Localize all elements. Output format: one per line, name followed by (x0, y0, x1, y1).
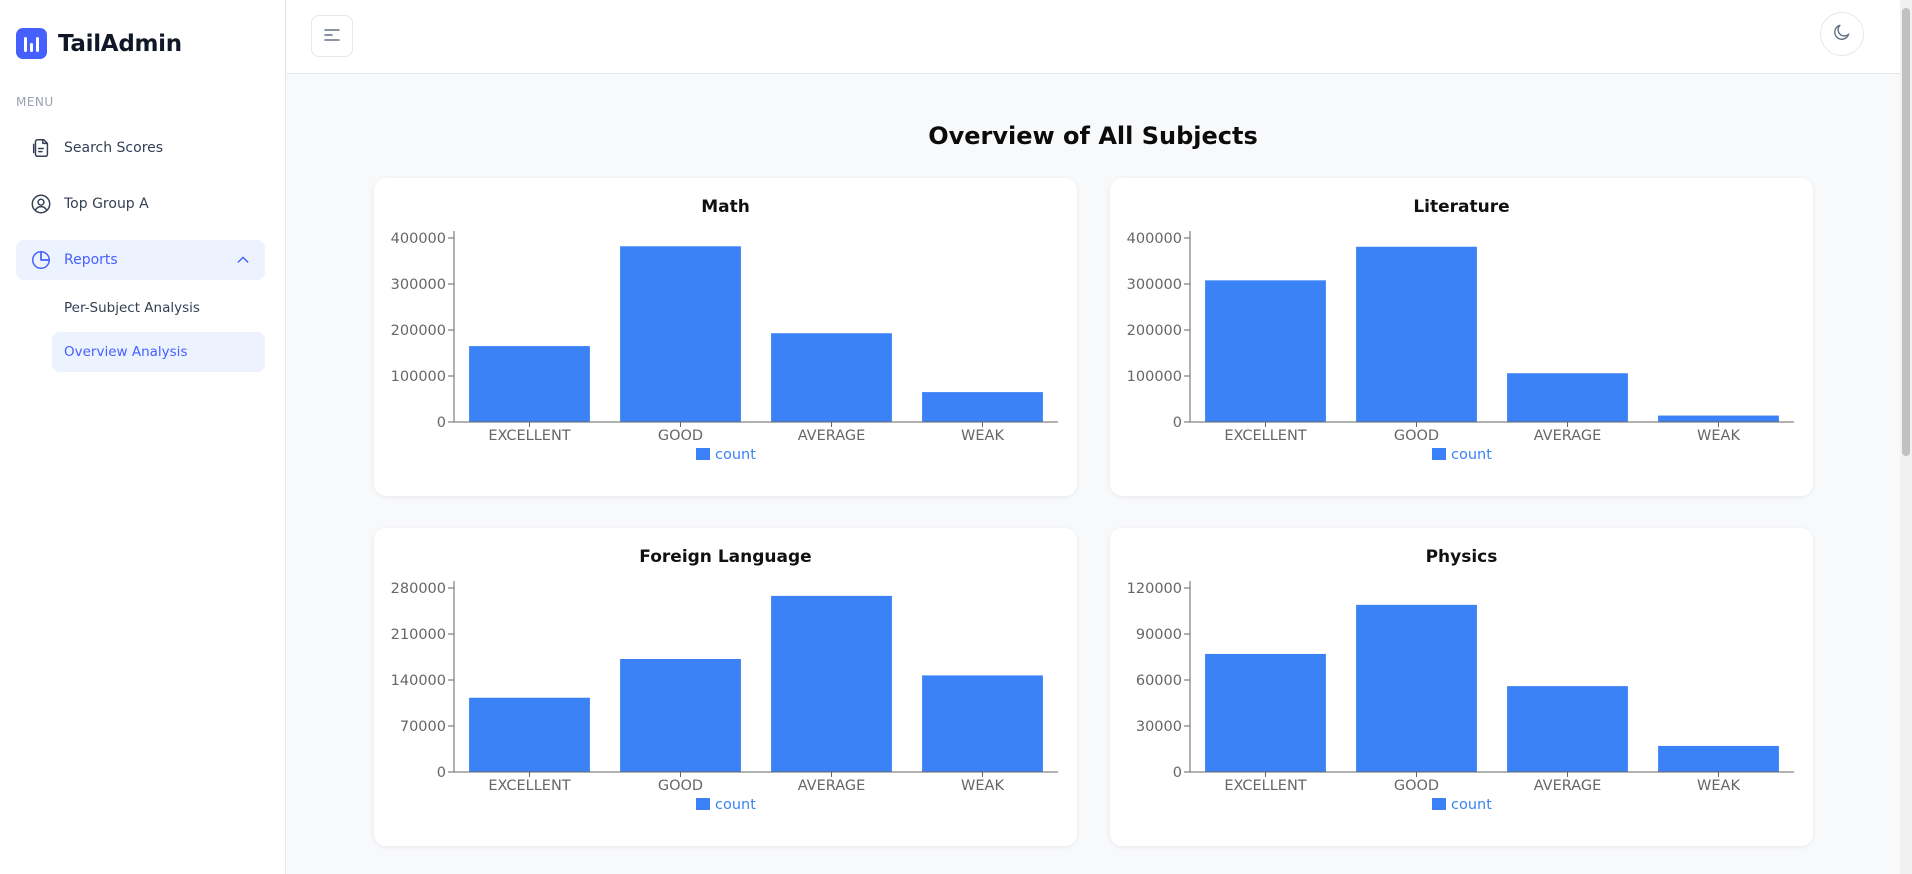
chevron-up-icon (235, 252, 251, 272)
sidebar-item-search-scores[interactable]: Search Scores (16, 128, 265, 168)
legend-swatch (696, 448, 710, 460)
y-tick-label: 300000 (1127, 277, 1182, 293)
legend-label: count (715, 797, 756, 813)
bar (469, 346, 590, 422)
chart-card: Physics 0 30000 60000 90000 120000 EXCELLENT G… (1110, 528, 1813, 846)
legend-label: count (1451, 447, 1492, 463)
x-tick-label: EXCELLENT (488, 428, 570, 444)
x-tick-label: WEAK (961, 428, 1004, 444)
brand[interactable]: TailAdmin (16, 28, 182, 59)
bar (1356, 246, 1477, 422)
logo-icon (16, 28, 47, 59)
y-tick-label: 140000 (391, 673, 446, 689)
bar (1356, 604, 1477, 772)
bar (1658, 745, 1779, 772)
bar-chart: 0 100000 200000 300000 400000 EXCELLENT GOOD AV… (1127, 231, 1794, 463)
brand-name: TailAdmin (58, 30, 182, 57)
y-tick-label: 30000 (1136, 719, 1182, 735)
x-tick-label: WEAK (1697, 778, 1740, 794)
sidebar-subitem-overview-analysis[interactable]: Overview Analysis (52, 332, 265, 372)
sidebar-subitem-label: Per-Subject Analysis (64, 300, 200, 316)
sidebar-item-label: Top Group A (64, 196, 149, 212)
y-tick-label: 210000 (391, 627, 446, 643)
sidebar-subitem-per-subject-analysis[interactable]: Per-Subject Analysis (52, 288, 265, 328)
bar (1205, 653, 1326, 772)
x-tick-label: WEAK (1697, 428, 1740, 444)
legend-swatch (696, 798, 710, 810)
chart-card: Foreign Language 0 70000 140000 210000 28000… (374, 528, 1077, 846)
bar (922, 392, 1043, 422)
y-tick-label: 70000 (400, 719, 446, 735)
y-tick-label: 300000 (391, 277, 446, 293)
moon-icon (1832, 22, 1852, 46)
sidebar-item-label: Reports (64, 252, 118, 268)
y-tick-label: 0 (1173, 415, 1182, 431)
y-tick-label: 100000 (391, 369, 446, 385)
bar (1507, 373, 1628, 422)
y-tick-label: 60000 (1136, 673, 1182, 689)
bar (1205, 280, 1326, 422)
sidebar-item-reports[interactable]: Reports (16, 240, 265, 280)
legend-label: count (1451, 797, 1492, 813)
x-tick-label: EXCELLENT (1224, 428, 1306, 444)
top-header (287, 0, 1912, 74)
pie-chart-icon (29, 248, 53, 272)
theme-toggle-button[interactable] (1820, 12, 1864, 56)
chart-card: Literature 0 100000 200000 300000 400000 EXCE… (1110, 178, 1813, 496)
bar (1658, 415, 1779, 422)
bar (620, 658, 741, 772)
sidebar-toggle-button[interactable] (311, 15, 353, 57)
bar (771, 595, 892, 772)
y-tick-label: 200000 (391, 323, 446, 339)
bar (620, 246, 741, 422)
legend-swatch (1432, 448, 1446, 460)
x-tick-label: AVERAGE (1534, 428, 1602, 444)
y-tick-label: 0 (437, 415, 446, 431)
scrollbar-thumb[interactable] (1902, 8, 1910, 456)
sidebar: TailAdmin MENU Search Scores Top Group A… (0, 0, 286, 874)
page-scrollbar[interactable] (1900, 0, 1912, 874)
bar-chart: 0 30000 60000 90000 120000 EXCELLENT GOOD AVERA… (1127, 581, 1794, 813)
bar (771, 333, 892, 422)
x-tick-label: GOOD (1394, 778, 1439, 794)
bar (469, 697, 590, 772)
sidebar-subitem-label: Overview Analysis (64, 344, 188, 360)
x-tick-label: WEAK (961, 778, 1004, 794)
legend-label: count (715, 447, 756, 463)
x-tick-label: AVERAGE (1534, 778, 1602, 794)
bar (922, 675, 1043, 772)
y-tick-label: 0 (437, 765, 446, 781)
sidebar-item-label: Search Scores (64, 140, 164, 156)
bar-chart: 0 70000 140000 210000 280000 EXCELLENT GOOD AVE… (391, 581, 1058, 813)
sidebar-item-top-group-a[interactable]: Top Group A (16, 184, 265, 224)
x-tick-label: GOOD (658, 428, 703, 444)
y-tick-label: 400000 (1127, 231, 1182, 247)
hamburger-icon (323, 27, 341, 46)
bar (1507, 686, 1628, 772)
page-title: Overview of All Subjects (928, 122, 1258, 150)
x-tick-label: EXCELLENT (1224, 778, 1306, 794)
y-tick-label: 280000 (391, 581, 446, 597)
x-tick-label: AVERAGE (798, 778, 866, 794)
bar-chart: 0 100000 200000 300000 400000 EXCELLENT GOOD AV… (391, 231, 1058, 463)
menu-label: MENU (16, 95, 54, 109)
y-tick-label: 90000 (1136, 627, 1182, 643)
user-circle-icon (29, 192, 53, 216)
y-tick-label: 120000 (1127, 581, 1182, 597)
y-tick-label: 400000 (391, 231, 446, 247)
x-tick-label: AVERAGE (798, 428, 866, 444)
legend-swatch (1432, 798, 1446, 810)
chart-card: Math 0 100000 200000 300000 400000 EXCELLENT G… (374, 178, 1077, 496)
document-icon (29, 136, 53, 160)
x-tick-label: GOOD (1394, 428, 1439, 444)
y-tick-label: 0 (1173, 765, 1182, 781)
y-tick-label: 100000 (1127, 369, 1182, 385)
x-tick-label: EXCELLENT (488, 778, 570, 794)
x-tick-label: GOOD (658, 778, 703, 794)
y-tick-label: 200000 (1127, 323, 1182, 339)
